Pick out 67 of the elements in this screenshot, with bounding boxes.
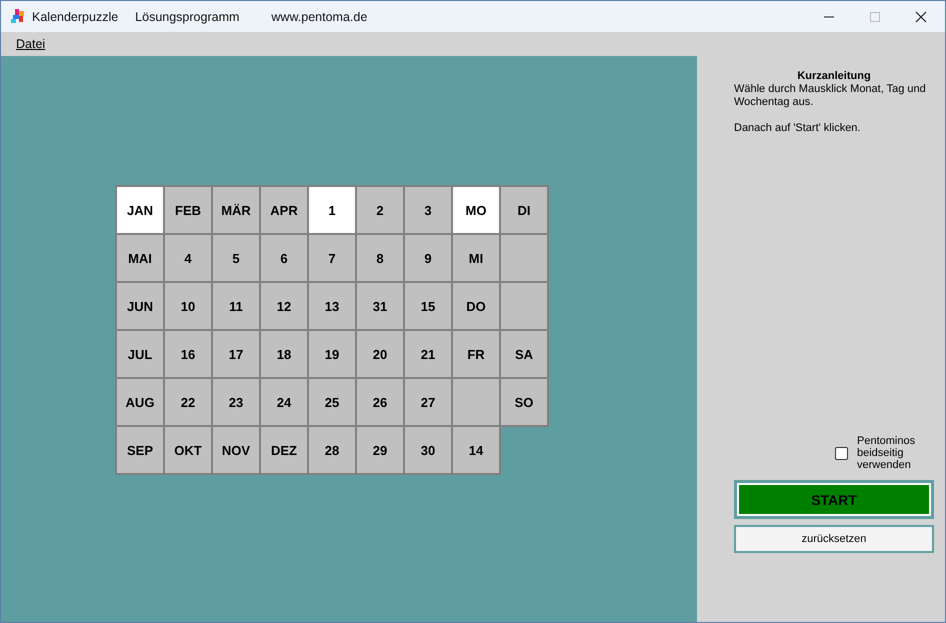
- checkbox[interactable]: [835, 446, 848, 460]
- calendar-cell[interactable]: MI: [451, 233, 501, 283]
- calendar-cell[interactable]: APR: [259, 185, 309, 235]
- calendar-cell[interactable]: 7: [307, 233, 357, 283]
- calendar-cell[interactable]: 22: [163, 377, 213, 427]
- calendar-cell[interactable]: 31: [355, 281, 405, 331]
- calendar-cell[interactable]: 11: [211, 281, 261, 331]
- calendar-cell[interactable]: 9: [403, 233, 453, 283]
- calendar-cell[interactable]: DI: [499, 185, 549, 235]
- calendar-cell[interactable]: SA: [499, 329, 549, 379]
- blank-cell[interactable]: [451, 377, 501, 427]
- calendar-cell[interactable]: 13: [307, 281, 357, 331]
- calendar-cell[interactable]: SEP: [115, 425, 165, 475]
- close-icon[interactable]: [915, 10, 927, 22]
- calendar-cell[interactable]: 14: [451, 425, 501, 475]
- instruction-text: Danach auf 'Start' klicken.: [734, 122, 862, 135]
- calendar-cell[interactable]: 16: [163, 329, 213, 379]
- reset-button[interactable]: zurücksetzen: [734, 525, 934, 553]
- calendar-cell[interactable]: JAN: [115, 185, 165, 235]
- calendar-cell[interactable]: 25: [307, 377, 357, 427]
- calendar-cell[interactable]: 17: [211, 329, 261, 379]
- calendar-cell[interactable]: 20: [355, 329, 405, 379]
- title-text: Lösungsprogramm: [135, 10, 240, 24]
- instructions-title: Kurzanleitung: [796, 70, 872, 82]
- calendar-cell[interactable]: SO: [499, 377, 549, 427]
- calendar-cell[interactable]: 10: [163, 281, 213, 331]
- calendar-cell[interactable]: 26: [355, 377, 405, 427]
- calendar-cell[interactable]: FR: [451, 329, 501, 379]
- calendar-cell[interactable]: 30: [403, 425, 453, 475]
- instruction-text: Wähle durch Mausklick Monat, Tag und Wochentag aus.: [734, 83, 927, 109]
- calendar-cell[interactable]: OKT: [163, 425, 213, 475]
- calendar-cell[interactable]: 24: [259, 377, 309, 427]
- calendar-cell[interactable]: 21: [403, 329, 453, 379]
- calendar-cell[interactable]: 27: [403, 377, 453, 427]
- calendar-cell[interactable]: 1: [307, 185, 357, 235]
- calendar-cell[interactable]: MO: [451, 185, 501, 235]
- calendar-cell[interactable]: 4: [163, 233, 213, 283]
- title-text: www.pentoma.de: [271, 10, 368, 24]
- calendar-cell[interactable]: NOV: [211, 425, 261, 475]
- calendar-cell[interactable]: MAI: [115, 233, 165, 283]
- calendar-cell[interactable]: JUL: [115, 329, 165, 379]
- calendar-cell[interactable]: MÄR: [211, 185, 261, 235]
- calendar-cell[interactable]: DO: [451, 281, 501, 331]
- blank-cell[interactable]: [499, 233, 549, 283]
- calendar-cell[interactable]: 28: [307, 425, 357, 475]
- calendar-cell[interactable]: 6: [259, 233, 309, 283]
- calendar-cell[interactable]: 8: [355, 233, 405, 283]
- blank-cell[interactable]: [499, 281, 549, 331]
- calendar-cell[interactable]: 15: [403, 281, 453, 331]
- checkbox-label: Pentominos beidseitig verwenden: [857, 435, 916, 471]
- calendar-cell[interactable]: FEB: [163, 185, 213, 235]
- calendar-cell[interactable]: 23: [211, 377, 261, 427]
- start-button[interactable]: START: [734, 480, 934, 519]
- maximize-icon[interactable]: [869, 10, 881, 22]
- calendar-cell[interactable]: 29: [355, 425, 405, 475]
- calendar-cell[interactable]: 3: [403, 185, 453, 235]
- calendar-cell[interactable]: 19: [307, 329, 357, 379]
- calendar-cell[interactable]: 18: [259, 329, 309, 379]
- app-icon: [11, 8, 27, 24]
- window-title: Kalenderpuzzle: [32, 10, 118, 24]
- calendar-cell[interactable]: AUG: [115, 377, 165, 427]
- calendar-cell[interactable]: 5: [211, 233, 261, 283]
- calendar-cell[interactable]: DEZ: [259, 425, 309, 475]
- calendar-cell[interactable]: JUN: [115, 281, 165, 331]
- calendar-cell[interactable]: 2: [355, 185, 405, 235]
- menu-item[interactable]: Datei: [16, 37, 46, 51]
- calendar-cell[interactable]: 12: [259, 281, 309, 331]
